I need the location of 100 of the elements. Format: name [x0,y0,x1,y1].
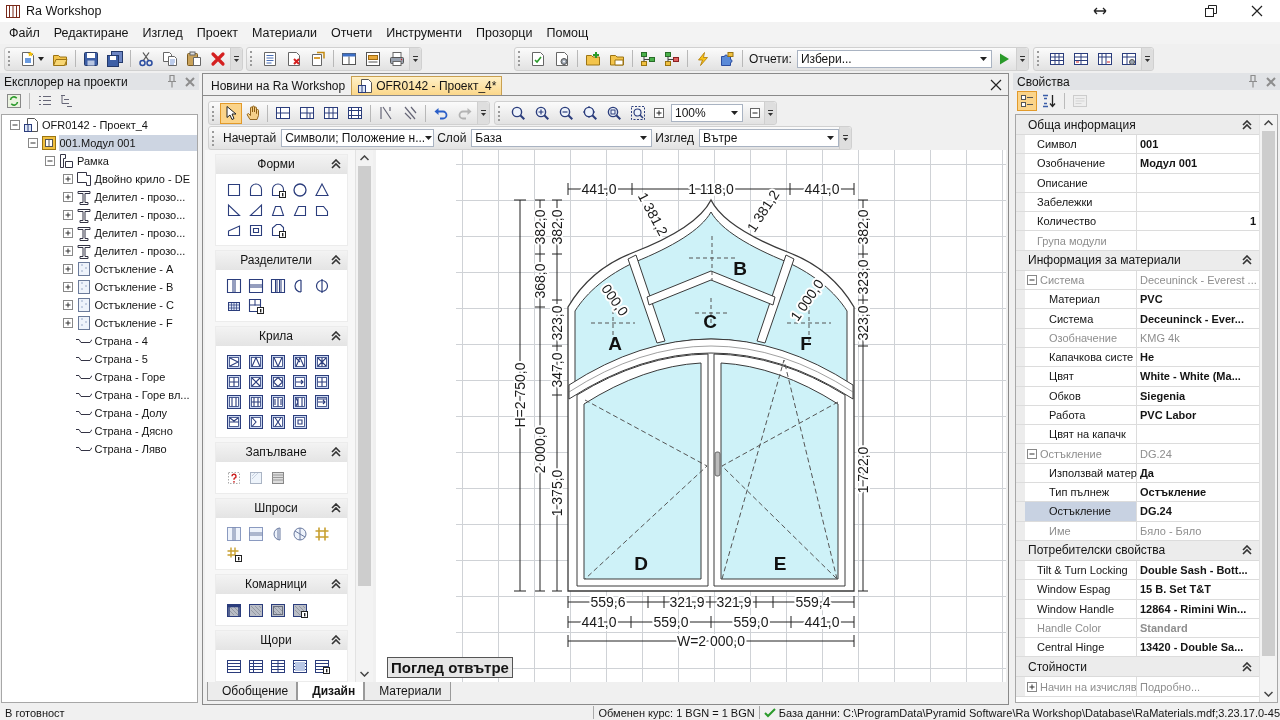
sash-icon[interactable] [248,374,264,390]
plus-box-icon[interactable] [654,108,664,118]
cross-icon[interactable] [210,50,226,67]
diagonal-lines-icon[interactable] [402,105,418,121]
table-icon[interactable] [1120,50,1137,67]
scroll-down-icon[interactable] [1264,691,1273,697]
tree-item[interactable]: Остъкление - A [93,261,197,277]
diagonal-lines-icon[interactable] [378,105,394,121]
square-frame-icon[interactable] [248,222,264,238]
property-label[interactable]: Window Handle [1025,599,1137,618]
property-label[interactable]: Window Espag [1025,580,1137,599]
toolbar-grip[interactable] [498,105,502,121]
table-icon[interactable] [1096,50,1113,67]
double-chevron-up-icon[interactable] [1242,661,1252,672]
expand-icon[interactable] [62,318,73,328]
triangle-shape-icon[interactable] [226,202,242,218]
expand-icon[interactable] [62,192,73,202]
toolbar-grip[interactable] [212,105,216,121]
sash-icon[interactable] [226,394,242,410]
document-icon[interactable] [530,50,546,67]
layout-icon[interactable] [347,105,363,121]
tab[interactable]: Обобщение [207,682,298,701]
sash-icon[interactable] [314,354,330,370]
shape-icon[interactable] [270,222,286,238]
scroll-down-icon[interactable] [360,671,369,677]
save-icon[interactable] [83,50,99,67]
expand-icon[interactable] [62,246,73,256]
menu-item[interactable]: Файл [2,24,47,42]
close-icon[interactable] [990,79,1002,91]
menu-item[interactable]: Изглед [135,24,190,42]
tree-item[interactable]: Остъкление - F [93,315,197,331]
close-icon[interactable] [1251,5,1263,17]
table-icon[interactable] [1048,50,1065,67]
sash-icon[interactable] [248,394,264,410]
insect-screen-icon[interactable] [226,602,242,618]
tree-item[interactable]: Делител - прозо... [93,243,197,259]
toolbar-overflow-icon[interactable] [413,55,418,62]
property-label[interactable]: Озобначение [1025,154,1137,173]
zoom-dropdown[interactable]: 100% [671,104,743,122]
draw-dropdown[interactable]: Символи; Положение н... [281,129,435,147]
tab[interactable]: Дизайн [297,682,365,701]
zoom-fit-icon[interactable] [630,105,646,121]
zoom-icon[interactable] [510,105,526,121]
double-chevron-up-icon[interactable] [331,159,341,169]
document-gear-icon[interactable] [554,50,570,67]
reports-dropdown[interactable]: Избери... [796,49,992,68]
sash-icon[interactable] [314,394,330,410]
toolbar-grip[interactable] [1036,51,1041,66]
layer-dropdown[interactable]: База [471,129,653,147]
sash-icon[interactable] [226,414,242,430]
undo-icon[interactable] [433,105,449,121]
scroll-up-icon[interactable] [360,155,369,161]
structure-icon[interactable] [664,50,680,67]
refresh-icon[interactable] [6,93,22,109]
sash-icon[interactable] [226,354,242,370]
sash-icon[interactable] [270,414,286,430]
blind-icon[interactable] [226,658,242,674]
palette-header[interactable]: Разделители [215,250,348,270]
expand-icon[interactable] [62,300,73,310]
zoom-icon[interactable] [606,105,622,121]
property-value[interactable]: 1 [1137,212,1259,231]
printer-icon[interactable] [389,50,405,67]
tree-item[interactable]: Рамка [76,153,197,169]
sash-icon[interactable] [292,354,308,370]
triangle-shape-icon[interactable] [248,202,264,218]
sash-icon[interactable] [270,394,286,410]
tree-item[interactable]: Страна - Ляво [93,441,197,457]
tree-item[interactable]: Страна - Горе вл... [93,387,197,403]
palette-header[interactable]: Форми [215,154,348,174]
cut-icon[interactable] [138,50,154,67]
sash-icon[interactable] [292,414,308,430]
toolbar-grip[interactable] [212,130,216,146]
tool-button[interactable] [220,102,242,124]
view-mode-button[interactable] [1017,91,1037,111]
tree-item[interactable]: Делител - прозо... [93,225,197,241]
zoom-in-icon[interactable] [534,105,550,121]
double-chevron-up-icon[interactable] [331,255,341,265]
scrollbar[interactable] [1259,115,1277,702]
tab[interactable]: Материали [364,682,451,701]
pin-icon[interactable] [167,75,177,88]
lightning-icon[interactable] [695,50,711,67]
tree-item[interactable]: 001.Модул 001 [58,135,197,151]
scroll-thumb[interactable] [358,166,371,586]
menu-item[interactable]: Материали [245,24,324,42]
restore-icon[interactable] [1205,5,1217,17]
structure-icon[interactable] [640,50,656,67]
expand-icon[interactable] [62,228,73,238]
caret-icon[interactable] [38,56,44,61]
double-chevron-up-icon[interactable] [331,503,341,513]
arch-shape-icon[interactable] [248,182,264,198]
double-chevron-up-icon[interactable] [331,579,341,589]
panel-icon[interactable] [270,470,286,486]
layout-icon[interactable] [299,105,315,121]
zoom-icon[interactable] [582,105,598,121]
blind-icon[interactable] [248,658,264,674]
property-value[interactable]: Модул 001 [1137,154,1259,173]
toolbar-overflow-icon[interactable] [1019,55,1025,62]
square-shape-icon[interactable] [226,182,242,198]
puzzle-icon[interactable] [719,50,735,67]
palette-header[interactable]: Шпроси [215,498,348,518]
